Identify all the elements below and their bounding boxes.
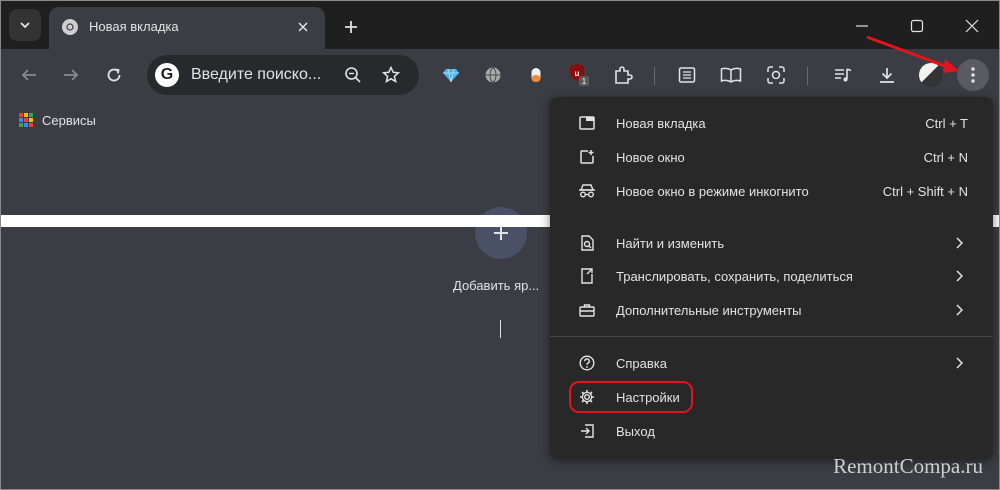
omnibox-zoom-button[interactable] xyxy=(343,65,363,85)
menu-item-label: Справка xyxy=(616,356,667,371)
menu-item-label: Новое окно в режиме инкогнито xyxy=(616,184,809,199)
tab-close-button[interactable] xyxy=(293,17,313,37)
apps-grid-icon xyxy=(19,113,33,127)
arrow-left-icon xyxy=(21,69,36,81)
reading-mode-button[interactable] xyxy=(719,63,743,87)
menu-item-exit[interactable]: Выход xyxy=(550,414,993,448)
toolbox-icon xyxy=(578,301,596,319)
diamond-icon xyxy=(443,68,459,83)
music-queue-icon xyxy=(835,68,852,82)
tab-title: Новая вкладка xyxy=(89,19,179,34)
plus-icon xyxy=(494,226,508,240)
extensions-button[interactable] xyxy=(611,63,635,87)
google-logo-icon: G xyxy=(155,63,179,87)
toolbar-separator xyxy=(654,67,655,85)
extension-ublock-button[interactable]: u1 xyxy=(567,63,591,87)
exit-icon xyxy=(578,422,596,440)
menu-item-new-tab[interactable]: Новая вкладка Ctrl + T xyxy=(550,106,993,140)
capsule-icon xyxy=(531,68,541,82)
plus-icon xyxy=(345,21,357,33)
extension-capsule-button[interactable] xyxy=(524,63,548,87)
svg-text:u: u xyxy=(575,69,580,78)
chevron-right-icon xyxy=(953,236,965,250)
omnibox[interactable]: G Введите поиско... xyxy=(147,55,419,95)
menu-item-find-edit[interactable]: Найти и изменить xyxy=(550,226,993,260)
menu-item-label: Новое окно xyxy=(616,150,685,165)
ublock-shield-icon: u1 xyxy=(570,64,589,86)
apps-bookmark[interactable]: Сервисы xyxy=(42,113,96,128)
menu-item-label: Дополнительные инструменты xyxy=(616,303,802,318)
menu-item-help[interactable]: Справка xyxy=(550,346,993,380)
menu-item-label: Выход xyxy=(616,424,655,439)
reload-button[interactable] xyxy=(102,63,126,87)
text-cursor xyxy=(500,320,501,338)
menu-item-shortcut: Ctrl + T xyxy=(925,116,968,131)
menu-item-new-window[interactable]: Новое окно Ctrl + N xyxy=(550,140,993,174)
toolbar-separator xyxy=(807,67,808,85)
magnifier-zoom-icon xyxy=(345,67,361,83)
menu-item-label: Найти и изменить xyxy=(616,236,725,251)
close-icon xyxy=(298,22,308,32)
new-window-icon xyxy=(578,148,596,166)
star-icon xyxy=(382,66,400,84)
tab-search-button[interactable] xyxy=(9,9,41,41)
settings-highlight-annotation xyxy=(569,381,693,413)
browser-window: Новая вкладка G Введите поиско... u 1 Се… xyxy=(0,0,1000,490)
three-dots-vertical-icon xyxy=(971,67,975,83)
chrome-logo-icon xyxy=(62,19,78,35)
toolbar: G Введите поиско... u1 xyxy=(1,49,999,101)
chevron-right-icon xyxy=(953,356,965,370)
new-tab-icon xyxy=(578,114,596,132)
menu-item-shortcut: Ctrl + N xyxy=(923,150,968,165)
back-button[interactable] xyxy=(17,63,41,87)
lens-icon xyxy=(767,66,785,84)
menu-separator xyxy=(550,336,993,337)
open-book-icon xyxy=(720,67,742,83)
media-controls-button[interactable] xyxy=(831,63,855,87)
forward-button[interactable] xyxy=(59,63,83,87)
chevron-down-icon xyxy=(20,22,30,29)
chevron-right-icon xyxy=(953,269,965,283)
cast-save-share-icon xyxy=(578,267,596,285)
menu-item-incognito[interactable]: Новое окно в режиме инкогнито Ctrl + Shi… xyxy=(550,174,993,208)
menu-item-cast-save-share[interactable]: Транслировать, сохранить, поделиться xyxy=(550,259,993,293)
new-tab-button[interactable] xyxy=(337,13,365,41)
reading-list-icon xyxy=(678,67,696,83)
reload-icon xyxy=(107,68,121,82)
menu-item-label: Новая вкладка xyxy=(616,116,706,131)
omnibox-placeholder: Введите поиско... xyxy=(191,66,322,83)
title-bar: Новая вкладка xyxy=(1,1,999,49)
extension-globe-button[interactable] xyxy=(481,63,505,87)
extension-diamond-button[interactable] xyxy=(439,63,463,87)
reading-list-button[interactable] xyxy=(675,63,699,87)
menu-item-label: Транслировать, сохранить, поделиться xyxy=(616,269,853,284)
extension-badge-count: 1 xyxy=(582,77,587,86)
find-icon xyxy=(578,234,596,252)
bookmark-star-button[interactable] xyxy=(381,65,401,85)
active-tab[interactable]: Новая вкладка xyxy=(49,7,325,49)
globe-icon xyxy=(485,67,501,84)
menu-item-more-tools[interactable]: Дополнительные инструменты xyxy=(550,293,993,327)
menu-item-shortcut: Ctrl + Shift + N xyxy=(882,184,968,199)
add-shortcut-label: Добавить яр... xyxy=(453,278,540,293)
incognito-icon xyxy=(578,182,596,200)
google-lens-button[interactable] xyxy=(764,63,788,87)
help-icon xyxy=(578,354,596,372)
arrow-right-icon xyxy=(64,69,79,81)
chevron-right-icon xyxy=(953,303,965,317)
puzzle-piece-icon xyxy=(615,66,633,84)
watermark: RemontCompa.ru xyxy=(833,454,983,478)
red-pointer-arrow xyxy=(866,35,959,73)
